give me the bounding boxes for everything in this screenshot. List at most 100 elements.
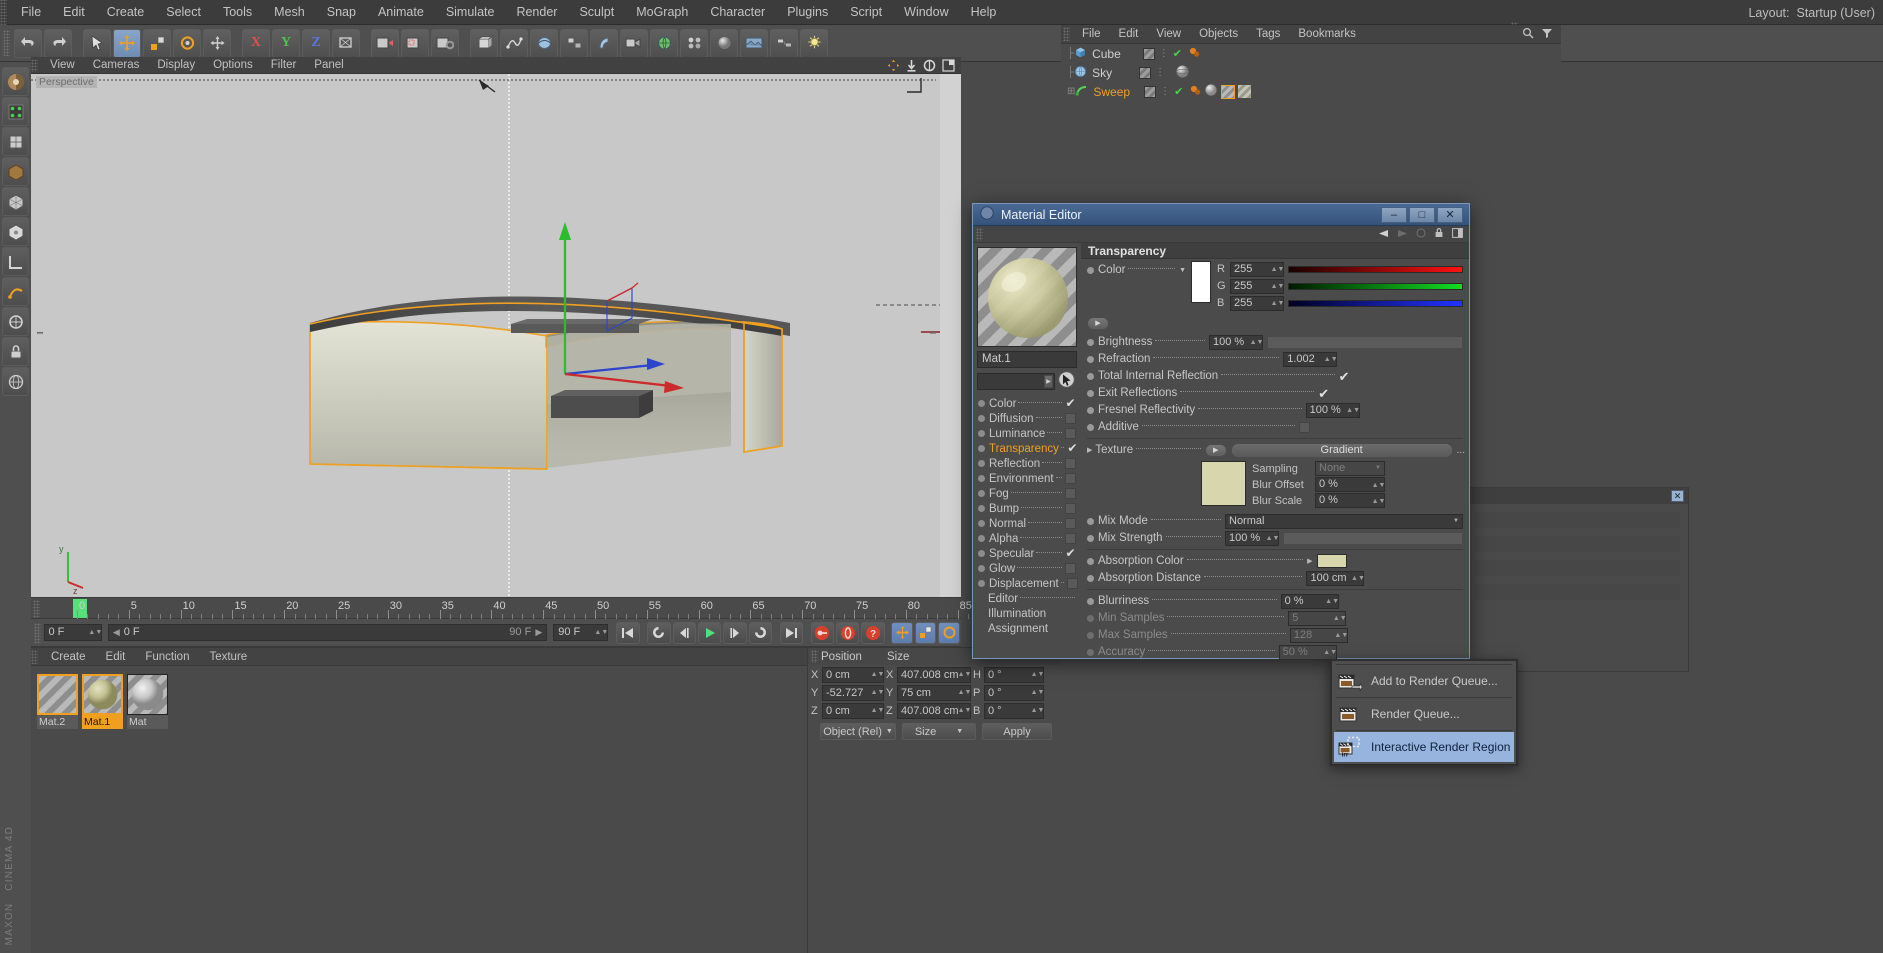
viewport-grip[interactable] (31, 58, 38, 72)
mix-strength-field[interactable]: 100 % ▲▼ (1225, 530, 1279, 546)
material-manager-grip[interactable] (31, 649, 38, 664)
minimize-button[interactable]: – (1381, 206, 1407, 223)
add-spline-button[interactable] (500, 28, 528, 58)
object-axis-icon[interactable] (2, 247, 29, 276)
channel-row-diffusion[interactable]: Diffusion (977, 411, 1078, 426)
sweep-visibility-tag[interactable] (1144, 85, 1157, 98)
menu-item-render[interactable]: Render (505, 0, 568, 25)
channel-checkbox[interactable] (1065, 563, 1076, 574)
object-menu-edit[interactable]: Edit (1110, 25, 1148, 44)
channel-row-alpha[interactable]: Alpha (977, 531, 1078, 546)
menu-item-mograph[interactable]: MoGraph (625, 0, 699, 25)
material-name-field[interactable]: Mat.1 (977, 351, 1077, 368)
channel-row-glow[interactable]: Glow (977, 561, 1078, 576)
coordinate-grip[interactable] (811, 650, 818, 663)
sweep-material-tag-icon[interactable] (1190, 85, 1201, 99)
channel-checkbox[interactable] (1065, 533, 1076, 544)
lock-icon[interactable] (2, 337, 29, 366)
r-spinner[interactable]: ▲▼ (1271, 264, 1285, 277)
blur-field-blurriness[interactable]: 0 % ▲▼ (1280, 593, 1339, 609)
texture-browse-button[interactable]: ... (1457, 445, 1465, 456)
sky-material-tag-icon[interactable] (1175, 64, 1190, 82)
size-mode-dropdown[interactable]: Size ▼ (902, 723, 976, 740)
mix-strength-slider[interactable] (1283, 531, 1463, 545)
menu-item-sculpt[interactable]: Sculpt (568, 0, 625, 25)
sweep-enabled-check[interactable]: ✔ (1174, 85, 1183, 98)
channel-row-normal[interactable]: Normal (977, 516, 1078, 531)
texture-shader-field[interactable]: Gradient (1230, 442, 1453, 458)
absorption-expand-arrow[interactable]: ▶ (1307, 557, 1312, 565)
viewport-menu-display[interactable]: Display (148, 57, 204, 74)
channel-row-assignment[interactable]: Assignment (977, 621, 1078, 636)
points-mode-icon[interactable] (2, 127, 29, 156)
texture-axis-icon[interactable] (2, 277, 29, 306)
material-menu-texture[interactable]: Texture (199, 648, 257, 666)
blur-spinner-blurriness[interactable]: ▲▼ (1325, 596, 1339, 609)
redo-button[interactable] (44, 28, 72, 58)
history-icon[interactable] (1416, 227, 1426, 241)
layout-value[interactable]: Startup (User) (1797, 6, 1876, 20)
channel-checkbox[interactable] (1065, 413, 1076, 424)
position-x-field[interactable]: 0 cm ▲▼ (822, 666, 885, 683)
material-item-1[interactable]: Mat.1 (82, 674, 123, 729)
autokey-button[interactable] (836, 621, 860, 644)
viewport-menu-filter[interactable]: Filter (262, 57, 306, 74)
mix-mode-dropdown[interactable]: Normal ▼ (1225, 513, 1463, 529)
dolly-icon[interactable] (906, 59, 917, 75)
object-menu-objects[interactable]: Objects (1190, 25, 1247, 44)
render-region-button[interactable] (401, 28, 429, 58)
search-icon[interactable] (1522, 27, 1534, 42)
sweep-selected-material-tag[interactable] (1221, 84, 1236, 99)
param-spinner-brightness[interactable]: ▲▼ (1250, 337, 1264, 350)
current-frame-field[interactable]: 0 F ▲▼ (43, 624, 102, 641)
goto-end-button[interactable] (779, 621, 804, 644)
menu-item-character[interactable]: Character (699, 0, 776, 25)
record-keyframe-button[interactable] (810, 621, 835, 644)
xpresso-button[interactable] (770, 28, 798, 58)
blur-scale-field[interactable]: 0 % ▲▼ (1315, 493, 1385, 508)
position-x-spinner[interactable]: ▲▼ (871, 669, 885, 682)
menu-item-window[interactable]: Window (893, 0, 959, 25)
r-channel-slider[interactable] (1288, 265, 1463, 273)
material-editor-grip[interactable] (976, 227, 983, 241)
param-spinner-refraction[interactable]: ▲▼ (1324, 354, 1338, 367)
color-dropdown-arrow[interactable]: ▼ (1179, 267, 1186, 274)
context-item-add-to-render-queue[interactable]: Add to Render Queue... (1334, 666, 1514, 696)
channel-row-editor[interactable]: Editor (977, 591, 1078, 606)
param-field-fresnel-reflectivity[interactable]: 100 % ▲▼ (1305, 402, 1360, 418)
play-button[interactable] (697, 621, 722, 644)
color-swatch[interactable] (1191, 261, 1211, 303)
channel-row-color[interactable]: Color ✔ (977, 396, 1078, 411)
rotation-h-field[interactable]: 0 ° ▲▼ (984, 666, 1044, 683)
light-button[interactable] (800, 28, 828, 58)
size-x-field[interactable]: 407.008 cm ▲▼ (897, 666, 971, 683)
environment-button[interactable] (650, 28, 678, 58)
object-menu-tags[interactable]: Tags (1247, 25, 1289, 44)
array-button[interactable] (560, 28, 588, 58)
blur-offset-spinner[interactable]: ▲▼ (1372, 479, 1386, 492)
context-item-interactive-render-region[interactable]: irr Interactive Render Region (1334, 732, 1514, 762)
channel-checkbox[interactable] (1065, 488, 1076, 499)
viewport-layout-icon[interactable] (2, 67, 29, 96)
object-enabled-check[interactable]: ✔ (1173, 47, 1182, 60)
render-settings-button[interactable] (431, 28, 459, 58)
polygons-mode-icon[interactable] (2, 187, 29, 216)
menu-item-animate[interactable]: Animate (367, 0, 435, 25)
size-z-field[interactable]: 407.008 cm ▲▼ (897, 702, 971, 719)
coordinate-mode-dropdown[interactable]: Object (Rel) ▼ (820, 723, 896, 740)
channel-row-environment[interactable]: Environment (977, 471, 1078, 486)
viewport-menu-cameras[interactable]: Cameras (84, 57, 149, 74)
live-selection-button[interactable] (83, 28, 111, 58)
object-menu-bookmarks[interactable]: Bookmarks (1289, 25, 1365, 44)
sampling-dropdown[interactable]: None ▼ (1315, 461, 1385, 476)
absorption-distance-field[interactable]: 100 cm ▲▼ (1306, 570, 1365, 586)
object-visibility-tag[interactable] (1142, 47, 1155, 60)
param-field-brightness[interactable]: 100 % ▲▼ (1209, 334, 1264, 350)
edges-mode-icon[interactable] (2, 157, 29, 186)
menu-item-select[interactable]: Select (155, 0, 212, 25)
undo-button[interactable] (14, 28, 42, 58)
move-alt-button[interactable] (203, 28, 231, 58)
channel-row-illumination[interactable]: Illumination (977, 606, 1078, 621)
preview-range-field[interactable]: ◀ 0 F 90 F ▶ (107, 624, 548, 641)
layout-selector[interactable]: Layout: Startup (User) (1748, 0, 1875, 25)
